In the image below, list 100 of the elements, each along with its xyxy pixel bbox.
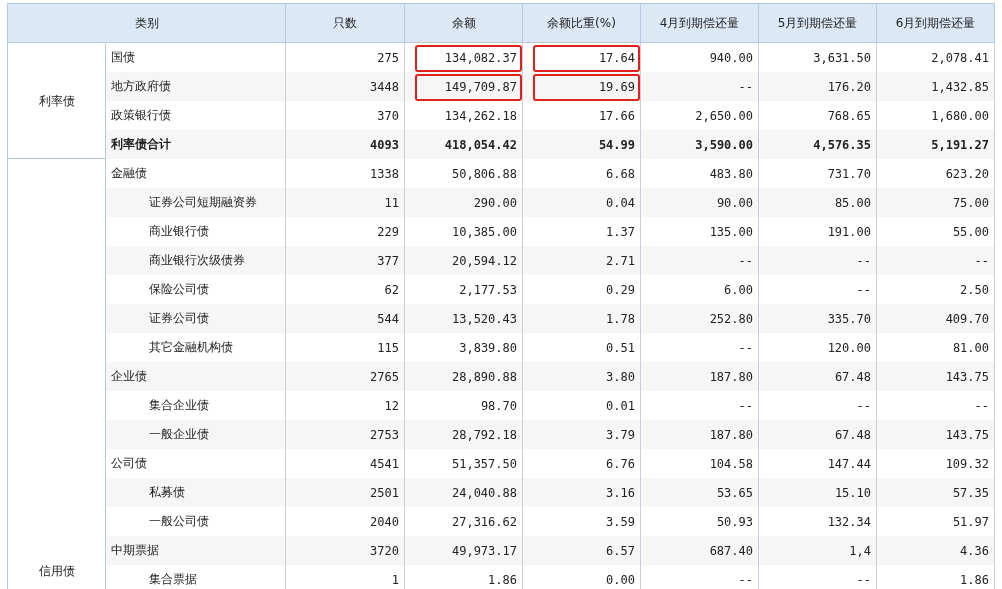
column-header: 只数 — [285, 3, 405, 43]
category-label: 商业银行次级债券 — [149, 253, 245, 267]
table-cell-text: 4,576.35 — [812, 137, 872, 154]
table-cell-text: 4.36 — [959, 543, 990, 560]
table-cell-text: 3.80 — [605, 369, 636, 386]
table-cell-text: 1.37 — [605, 224, 636, 241]
table-cell-text: -- — [737, 79, 754, 96]
column-header: 4月到期偿还量 — [640, 3, 759, 43]
category-label: 集合票据 — [149, 572, 197, 586]
table-cell-text: 10,385.00 — [450, 224, 518, 241]
table-cell-text: 1.86 — [487, 572, 518, 589]
table-cell-text: 115 — [376, 340, 400, 357]
table-cell-text: 3720 — [369, 543, 400, 560]
table-cell-text: 731.70 — [826, 166, 872, 183]
table-cell-text: 483.80 — [708, 166, 754, 183]
table-cell-text: 81.00 — [951, 340, 990, 357]
table-cell-text: 2,650.00 — [694, 108, 754, 125]
category-label: 商业银行债 — [149, 224, 209, 238]
table-cell: 134,082.37 — [415, 45, 522, 72]
category-label: 一般公司债 — [149, 514, 209, 528]
table-cell-text: 98.70 — [479, 398, 518, 415]
table-cell-text: 143.75 — [944, 369, 990, 386]
table-cell-text: 1 — [390, 572, 400, 589]
table-cell-text: 3.59 — [605, 514, 636, 531]
category-label: 地方政府债 — [111, 79, 171, 93]
table-cell-text: 17.66 — [597, 108, 636, 125]
table-cell-text: 229 — [376, 224, 400, 241]
table-cell-text: 187.80 — [708, 427, 754, 444]
table-cell-text: 377 — [376, 253, 400, 270]
table-cell-text: 134,262.18 — [443, 108, 518, 125]
group-label: 利率债 — [38, 93, 75, 108]
category-label: 证券公司短期融资券 — [149, 195, 257, 209]
table-cell-text: 75.00 — [951, 195, 990, 212]
table-cell: 19.69 — [533, 73, 640, 101]
table-cell-text: 6.68 — [605, 166, 636, 183]
table-cell-text: 3,839.80 — [458, 340, 518, 357]
table-cell-text: 50.93 — [715, 514, 754, 531]
table-cell-text: -- — [973, 253, 990, 270]
table-cell-text: 0.00 — [605, 572, 636, 589]
category-label: 证券公司债 — [149, 311, 209, 325]
table-cell-text: 3.16 — [605, 485, 636, 502]
table-cell-text: 290.00 — [472, 195, 518, 212]
table-cell-text: -- — [855, 572, 872, 589]
table-cell-text: -- — [973, 398, 990, 415]
column-header: 6月到期偿还量 — [876, 3, 995, 43]
table-cell-text: 3448 — [369, 79, 400, 96]
table-cell-text: 2,177.53 — [458, 282, 518, 299]
table-cell-text: 50,806.88 — [450, 166, 518, 183]
table-cell-text: -- — [737, 340, 754, 357]
table-cell-text: 135.00 — [708, 224, 754, 241]
table-cell-text: 2501 — [369, 485, 400, 502]
table-cell-text: 1,432.85 — [930, 79, 990, 96]
table-cell-text: 51.97 — [951, 514, 990, 531]
table-cell-text: 20,594.12 — [450, 253, 518, 270]
table-cell-text: 62 — [383, 282, 400, 299]
table-cell-text: 90.00 — [715, 195, 754, 212]
table-cell-text: 3,631.50 — [812, 50, 872, 68]
column-header: 类别 — [7, 3, 286, 43]
table-cell-text: 0.04 — [605, 195, 636, 212]
table-cell-text: 51,357.50 — [450, 456, 518, 473]
table-cell-text: 370 — [376, 108, 400, 125]
category-label: 企业债 — [111, 369, 147, 383]
table-cell-text: 55.00 — [951, 224, 990, 241]
table-cell-text: 2765 — [369, 369, 400, 386]
table-cell-text: 0.01 — [605, 398, 636, 415]
table-cell-text: 4093 — [369, 137, 400, 154]
table-cell-text: 53.65 — [715, 485, 754, 502]
category-label: 私募债 — [149, 485, 185, 499]
column-header: 5月到期偿还量 — [758, 3, 877, 43]
table-cell-text: 28,890.88 — [450, 369, 518, 386]
table-cell-text: 28,792.18 — [450, 427, 518, 444]
table-cell-text: 67.48 — [833, 369, 872, 386]
table-cell-text: 1.86 — [959, 572, 990, 589]
table-cell-text: 335.70 — [826, 311, 872, 328]
table-cell-text: 12 — [383, 398, 400, 415]
category-label: 中期票据 — [111, 543, 159, 557]
table-cell-text: 191.00 — [826, 224, 872, 241]
table-cell-text: 2040 — [369, 514, 400, 531]
table-cell-text: 109.32 — [944, 456, 990, 473]
table-cell-text: -- — [855, 398, 872, 415]
table-cell-text: 275 — [376, 50, 400, 68]
category-label: 集合企业债 — [149, 398, 209, 412]
table-cell-text: 67.48 — [833, 427, 872, 444]
table-cell: 17.64 — [533, 45, 640, 72]
table-cell-text: 104.58 — [708, 456, 754, 473]
table-cell-text: 6.00 — [723, 282, 754, 299]
table-cell-text: -- — [737, 253, 754, 270]
group-label: 信用债 — [38, 564, 75, 578]
table-cell-text: 85.00 — [833, 195, 872, 212]
table-cell-text: 1338 — [369, 166, 400, 183]
category-label: 国债 — [111, 50, 135, 65]
table-cell-text: 1.78 — [605, 311, 636, 328]
table-cell-text: 409.70 — [944, 311, 990, 328]
column-header: 余额比重(%) — [522, 3, 641, 43]
table-cell-text: 544 — [376, 311, 400, 328]
table-cell-text: 6.76 — [605, 456, 636, 473]
table-cell-text: 120.00 — [826, 340, 872, 357]
category-label: 一般企业债 — [149, 427, 209, 441]
table-cell-text: -- — [855, 282, 872, 299]
table-cell-text: 15.10 — [833, 485, 872, 502]
